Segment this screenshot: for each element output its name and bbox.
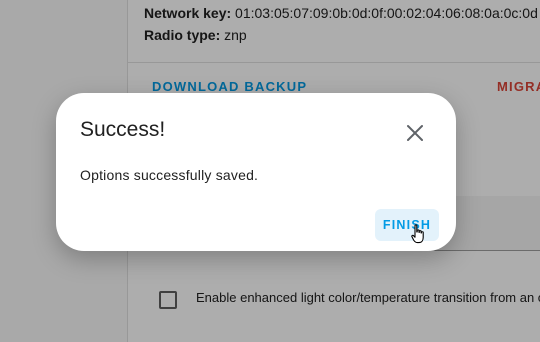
close-button[interactable] [404,122,426,144]
dialog-message: Options successfully saved. [80,167,259,183]
finish-button[interactable]: FINISH [375,209,439,241]
close-icon [407,125,423,141]
dialog-title: Success! [80,118,166,141]
success-dialog: Success! Options successfully saved. FIN… [56,93,456,251]
